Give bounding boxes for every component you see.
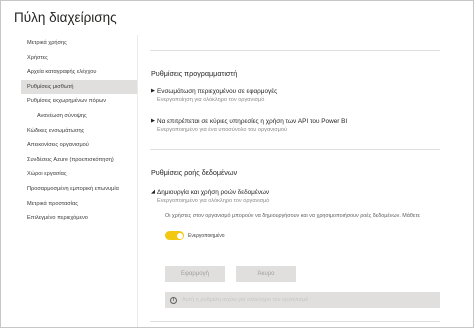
sidebar-item-azure-connections[interactable]: Συνδέσεις Azure (προεπισκόπηση)	[21, 153, 137, 168]
section-divider	[150, 50, 440, 51]
section-divider	[150, 321, 440, 322]
page-title: Πύλη διαχείρισης	[14, 10, 117, 25]
setting-status: Ενεργοποιημένο για ολόκληρο τον οργανισμ…	[157, 198, 270, 204]
info-bar: i Αυτή η ρύθμιση ισχύει για ολόκληρο τον…	[165, 292, 440, 308]
setting-title: Ενσωμάτωση περιεχομένου σε εφαρμογές	[157, 88, 278, 95]
toggle-knob	[176, 232, 183, 239]
setting-embed-content[interactable]: ▶ Ενσωμάτωση περιεχομένου σε εφαρμογές Ε…	[151, 88, 277, 104]
setting-status: Ενεργοποιημένο για ένα υποσύνολο του οργ…	[157, 127, 288, 133]
sidebar-item-users[interactable]: Χρήστες	[21, 51, 137, 66]
setting-status: Ενεργοποίηση για ολόκληρο τον οργανισμό	[157, 97, 265, 103]
sidebar-item-workspaces[interactable]: Χώροι εργασίας	[21, 167, 137, 182]
sidebar-divider	[137, 35, 138, 327]
sidebar-item-capacity-settings[interactable]: Ρυθμίσεις εκχωρημένων πόρων	[21, 94, 137, 109]
admin-portal-window: Πύλη διαχείρισης Μετρικά χρήσης Χρήστες …	[0, 0, 474, 328]
setting-description: Οι χρήστες στον οργανισμό μπορούν να δημ…	[165, 213, 420, 219]
sidebar-item-usage-metrics[interactable]: Μετρικά χρήσης	[21, 36, 137, 51]
section-divider	[150, 149, 440, 150]
sidebar-item-tenant-settings[interactable]: Ρυθμίσεις μισθωτή	[21, 79, 137, 95]
info-icon: i	[170, 296, 177, 304]
setting-title: Δημιουργία και χρήση ροών δεδομένων	[157, 189, 270, 196]
dataflow-settings-title: Ρυθμίσεις ροής δεδομένων	[151, 168, 238, 177]
sidebar-item-featured-content[interactable]: Επιλεγμένο περιεχόμενο	[21, 211, 137, 226]
info-text: Αυτή η ρύθμιση ισχύει για ολόκληρο τον ο…	[182, 297, 309, 303]
sidebar-item-org-visuals[interactable]: Απεικονίσεις οργανισμού	[21, 138, 137, 153]
sidebar-item-audit-logs[interactable]: Αρχεία καταγραφής ελέγχου	[21, 65, 137, 80]
sidebar-item-custom-branding[interactable]: Προσαρμοσμένη εμπορική επωνυμία	[21, 182, 137, 197]
apply-button[interactable]: Εφαρμογή	[165, 266, 225, 282]
enabled-toggle-group: Ενεργοποιημένο	[165, 231, 225, 240]
sidebar-item-embed-codes[interactable]: Κώδικες ενσωμάτωσης	[21, 124, 137, 139]
setting-service-principals-api[interactable]: ▶ Να επιτρέπεται σε κύριες υπηρεσίες η χ…	[151, 118, 347, 134]
enabled-toggle[interactable]	[165, 231, 184, 240]
toggle-label: Ενεργοποιημένο	[188, 232, 225, 239]
sidebar-item-protection-metrics[interactable]: Μετρικά προστασίας	[21, 197, 137, 212]
sidebar-nav: Μετρικά χρήσης Χρήστες Αρχεία καταγραφής…	[21, 36, 137, 226]
developer-settings-title: Ρυθμίσεις προγραμματιστή	[151, 69, 238, 78]
sidebar-item-refresh-summary[interactable]: Ανανέωση σύνοψης	[21, 109, 137, 124]
cancel-button[interactable]: Άκυρο	[236, 266, 296, 282]
setting-create-use-dataflows[interactable]: ◢ Δημιουργία και χρήση ροών δεδομένων Εν…	[151, 189, 269, 205]
setting-title: Να επιτρέπεται σε κύριες υπηρεσίες η χρή…	[157, 118, 348, 125]
settings-content: Ρυθμίσεις προγραμματιστή ▶ Ενσωμάτωση πε…	[150, 31, 474, 328]
